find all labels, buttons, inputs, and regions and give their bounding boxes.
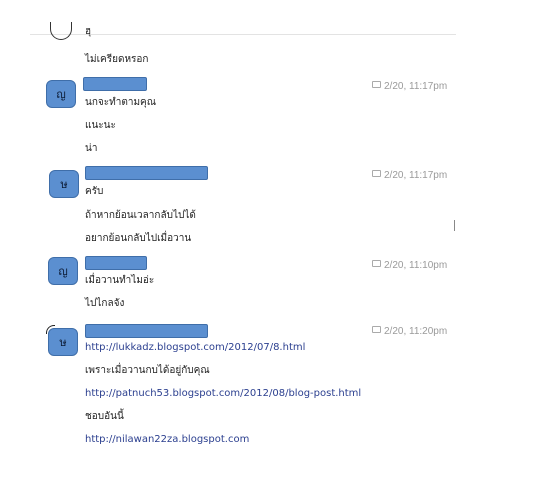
message-link[interactable]: http://lukkadz.blogspot.com/2012/07/8.ht… — [85, 341, 305, 354]
message-link[interactable]: http://patnuch53.blogspot.com/2012/08/bl… — [85, 387, 361, 400]
avatar-initial: ษ — [60, 178, 68, 191]
timestamp: 2/20, 11:20pm — [372, 326, 447, 337]
message-text: ถ้าหากย้อนเวลากลับไปได้ — [85, 210, 196, 221]
sender-name[interactable] — [85, 256, 147, 270]
scroll-divider — [454, 220, 455, 231]
avatar-initial: ญ — [56, 88, 66, 101]
sender-name[interactable] — [85, 166, 208, 180]
message-text: น่า — [85, 143, 98, 154]
message-text: อยากย้อนกลับไปเมื่อวาน — [85, 233, 192, 244]
comment-icon — [372, 260, 381, 267]
message-text: ไปไกลจัง — [85, 298, 125, 309]
message-text: เมื่อวานทำไมอ่ะ — [85, 275, 155, 286]
avatar-corner-mark — [46, 325, 55, 334]
top-divider — [30, 34, 456, 35]
avatar[interactable]: ญ — [46, 80, 76, 108]
comment-icon — [372, 326, 381, 333]
avatar — [50, 22, 72, 40]
avatar[interactable]: ษ — [46, 325, 78, 356]
timestamp: 2/20, 11:17pm — [372, 81, 447, 92]
sender-name[interactable] — [85, 324, 208, 338]
avatar[interactable]: ญ — [48, 257, 78, 285]
message-text: เพราะเมื่อวานกบได้อยู่กับคุณ — [85, 365, 210, 376]
avatar[interactable]: ษ — [49, 170, 79, 198]
comment-icon — [372, 81, 381, 88]
comment-icon — [372, 170, 381, 177]
timestamp: 2/20, 11:17pm — [372, 170, 447, 181]
message-text: แนะนะ — [85, 120, 116, 131]
message-text: ฮุ — [85, 26, 92, 37]
message-text: ครับ — [85, 186, 104, 197]
message-text: ชอบอันนี้ — [85, 411, 124, 422]
avatar-initial: ญ — [58, 265, 68, 278]
sender-name[interactable] — [83, 77, 147, 91]
message-text: ไม่เครียดหรอก — [85, 54, 149, 65]
avatar-initial: ษ — [59, 336, 67, 349]
message-text: นกจะทำตามคุณ — [85, 97, 156, 108]
message-link[interactable]: http://nilawan22za.blogspot.com — [85, 433, 249, 446]
timestamp: 2/20, 11:10pm — [372, 260, 447, 271]
